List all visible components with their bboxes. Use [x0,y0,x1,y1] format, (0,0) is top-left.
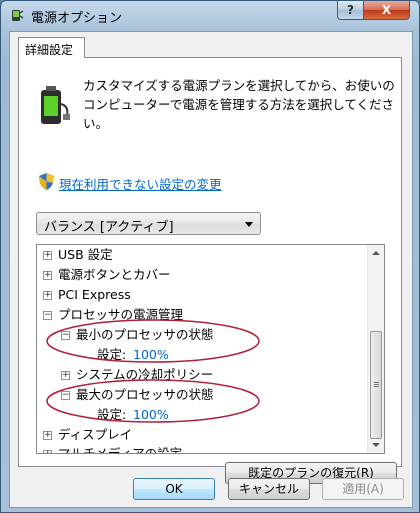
expand-icon[interactable]: + [61,371,70,380]
collapse-icon[interactable]: − [61,391,70,400]
description-text: カスタマイズする電源プランを選択してから、お使いのコンピューターで電源を管理する… [83,78,395,131]
setting-label: 設定: [97,347,127,362]
tree-item-label: ディスプレイ [58,427,133,442]
tree-item-label: システムの冷却ポリシー [76,367,214,382]
titlebar[interactable]: 電源オプション ? X [1,1,419,31]
plan-select[interactable]: バランス [アクティブ] [36,212,261,235]
setting-value[interactable]: 100% [133,405,169,425]
expand-icon[interactable]: + [43,431,52,440]
tree-item-label: マルチメディアの設定 [58,446,183,454]
chevron-down-icon [245,222,253,227]
window-title: 電源オプション [31,11,123,26]
uac-shield-icon [39,173,54,190]
change-unavailable-settings-link[interactable]: 現在利用できない設定の変更 [59,174,222,193]
apply-button[interactable]: 適用(A) [322,478,404,500]
close-button[interactable]: X [363,1,410,20]
tree-item-label: PCI Express [58,287,131,302]
power-options-icon [12,10,24,21]
expand-icon[interactable]: + [43,450,52,453]
scroll-up-icon[interactable] [372,251,380,255]
collapse-icon[interactable]: − [61,331,70,340]
ok-button[interactable]: OK [133,478,215,500]
help-button[interactable]: ? [337,1,364,20]
grip-icon [374,382,379,383]
tree-item-label: プロセッサの電源管理 [58,307,184,322]
tree-item-label: 最小のプロセッサの状態 [76,327,214,342]
tree-item-label: 電源ボタンとカバー [58,267,171,282]
dialog-client-area: 詳細設定 カスタマイズする電源プランを選択してから、お使いのコンピューターで電源… [9,31,413,508]
setting-value[interactable]: 100% [133,345,169,365]
cancel-button[interactable]: キャンセル [228,478,310,500]
close-icon: X [381,3,392,17]
tree-item-label: USB 設定 [58,247,113,262]
expand-icon[interactable]: + [43,291,52,300]
scroll-down-icon[interactable] [372,443,380,447]
power-options-window: 電源オプション ? X 詳細設定 カスタマイズする電源プランを選択してから、お使… [0,0,420,513]
tree-item-label: 最大のプロセッサの状態 [76,387,214,402]
scroll-thumb[interactable] [370,331,382,439]
plan-select-value: バランス [アクティブ] [44,220,174,235]
tree-scrollbar[interactable] [367,245,384,453]
expand-icon[interactable]: + [43,271,52,280]
collapse-icon[interactable]: − [43,311,52,320]
tab-panel: カスタマイズする電源プランを選択してから、お使いのコンピューターで電源を管理する… [18,57,402,484]
battery-plug-icon [41,86,70,124]
expand-icon[interactable]: + [43,251,52,260]
settings-tree[interactable]: + USB 設定 + 電源ボタンとカバー + PCI Express − プロセ… [36,244,385,454]
setting-label: 設定: [97,407,127,422]
tab-advanced-settings[interactable]: 詳細設定 [18,37,85,58]
